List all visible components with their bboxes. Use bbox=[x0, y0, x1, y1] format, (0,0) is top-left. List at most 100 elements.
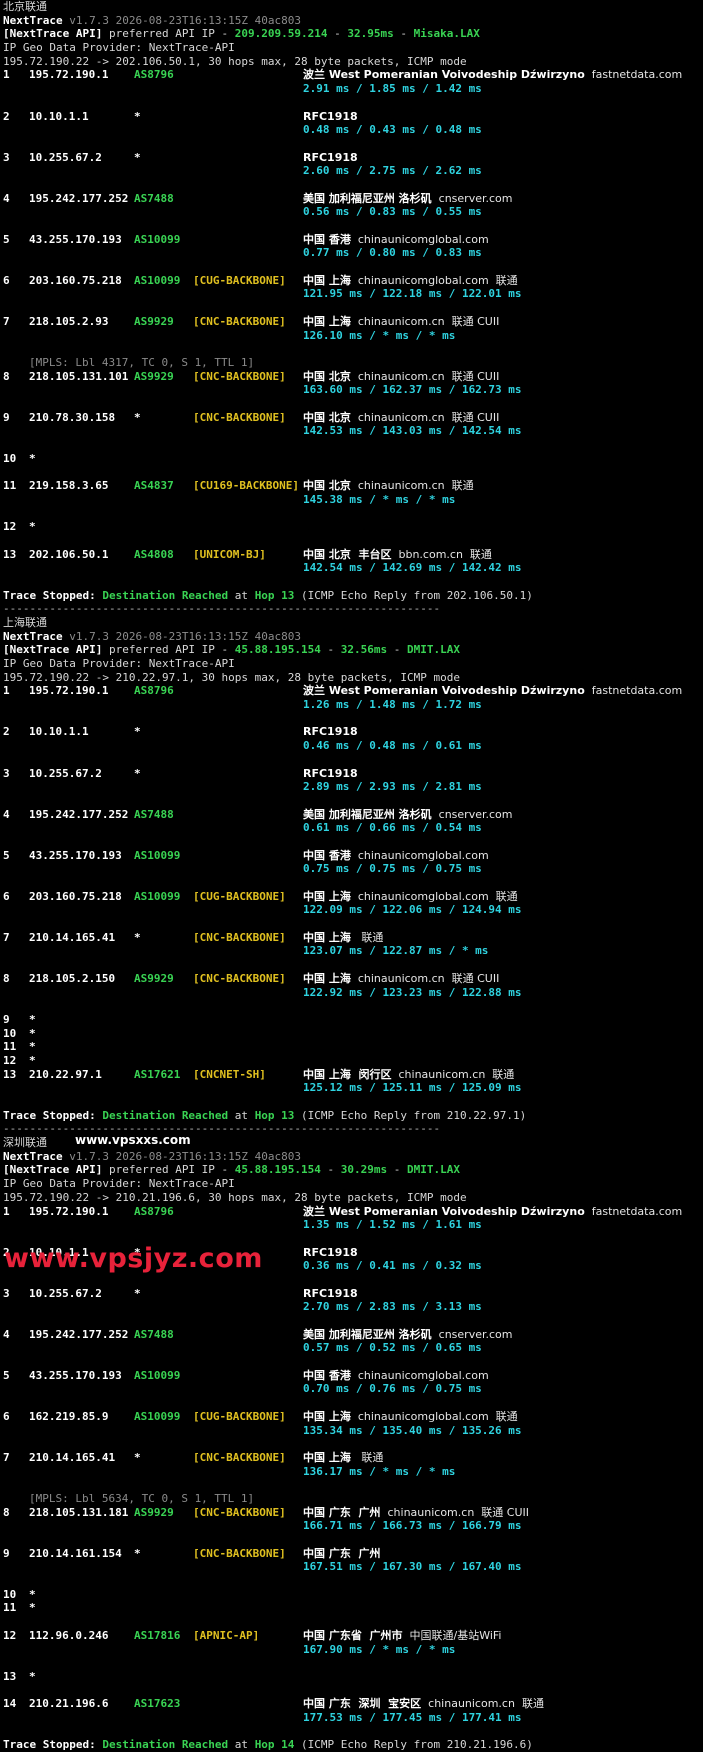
hop-number: 7 bbox=[3, 930, 10, 944]
hop-geo: 中国 香港 chinaunicomglobal.com bbox=[303, 849, 489, 863]
hop-rtt-row: 0.46 ms / 0.48 ms / 0.61 ms bbox=[3, 739, 703, 753]
hop-tag: [APNIC-AP] bbox=[193, 1628, 260, 1642]
hop-row: 5 43.255.170.193 AS10099 中国 香港 chinaunicomg… bbox=[3, 233, 703, 247]
geo-provider: IP Geo Data Provider: NextTrace-API bbox=[3, 41, 235, 55]
hop-number: 6 bbox=[3, 1409, 10, 1423]
hop-timeout: * bbox=[29, 1601, 36, 1615]
hop-ip: 210.78.30.158 bbox=[29, 410, 116, 424]
hop-host: cnserver.com bbox=[431, 191, 513, 205]
hop-asn: AS10099 bbox=[134, 1409, 181, 1423]
hop-asn: AS9929 bbox=[134, 369, 174, 383]
hop-ip: 210.14.165.41 bbox=[29, 930, 116, 944]
hop-timeout: * bbox=[29, 1053, 36, 1067]
hop-location: 波兰 West Pomeranian Voivodeship Dźwirzyno bbox=[303, 68, 585, 82]
hop-number: 6 bbox=[3, 273, 10, 287]
hop-row: 5 43.255.170.193 AS10099 中国 香港 chinaunicomg… bbox=[3, 849, 703, 863]
app-name: NextTrace bbox=[3, 629, 63, 643]
hop-timeout: * bbox=[29, 1587, 36, 1601]
geo-provider-line: IP Geo Data Provider: NextTrace-API bbox=[3, 1177, 703, 1191]
hop-rtt: 0.56 ms / 0.83 ms / 0.55 ms bbox=[303, 205, 482, 219]
at-label: at bbox=[228, 588, 255, 602]
api-rtt: 32.95ms bbox=[347, 27, 394, 41]
api-line: [NextTrace API] preferred API IP - 45.88… bbox=[3, 643, 703, 657]
hop-row: 7 210.14.165.41 * [CNC-BACKBONE] 中国 上海 联通 bbox=[3, 1451, 703, 1465]
hop-asn: AS8796 bbox=[134, 68, 174, 82]
stop-tail: (ICMP Echo Reply from 210.22.97.1) bbox=[294, 1108, 527, 1122]
api-label: [NextTrace API] bbox=[3, 1163, 103, 1177]
separator: ----------------------------------------… bbox=[3, 602, 703, 616]
hop-number: 14 bbox=[3, 1697, 17, 1711]
hop-number: 12 bbox=[3, 1053, 17, 1067]
mpls-line: [MPLS: Lbl 4317, TC 0, S 1, TTL 1] bbox=[3, 356, 703, 370]
hop-geo: 中国 香港 chinaunicomglobal.com bbox=[303, 1369, 489, 1383]
hop-tag: [CUG-BACKBONE] bbox=[193, 889, 286, 903]
hop-rtt-row: 2.91 ms / 1.85 ms / 1.42 ms bbox=[3, 82, 703, 96]
hop-number: 3 bbox=[3, 766, 10, 780]
hop-rtt-row: 2.89 ms / 2.93 ms / 2.81 ms bbox=[3, 780, 703, 794]
hop-geo: 波兰 West Pomeranian Voivodeship Dźwirzyno… bbox=[303, 684, 682, 698]
hop-number: 10 bbox=[3, 1587, 17, 1601]
hop-row: 3 10.255.67.2 * RFC1918 bbox=[3, 151, 703, 165]
hop-rtt-row: 0.48 ms / 0.43 ms / 0.48 ms bbox=[3, 123, 703, 137]
hop-row: 7 210.14.165.41 * [CNC-BACKBONE] 中国 上海 联通 bbox=[3, 931, 703, 945]
hop-location: 中国 上海 bbox=[303, 971, 351, 985]
hop-number: 3 bbox=[3, 150, 10, 164]
hop-number: 12 bbox=[3, 1628, 17, 1642]
hop-rtt-row: 0.61 ms / 0.66 ms / 0.54 ms bbox=[3, 821, 703, 835]
hop-rtt: 121.95 ms / 122.18 ms / 122.01 ms bbox=[303, 287, 522, 301]
hop-rtt: 0.57 ms / 0.52 ms / 0.65 ms bbox=[303, 1341, 482, 1355]
geo-provider: IP Geo Data Provider: NextTrace-API bbox=[3, 1177, 235, 1191]
hop-asn: AS4808 bbox=[134, 547, 174, 561]
hop-geo: 中国 上海 chinaunicom.cn 联通 CUII bbox=[303, 972, 499, 986]
hop-location: 中国 上海 bbox=[303, 930, 351, 944]
route: 195.72.190.22 -> 210.22.97.1, 30 hops ma… bbox=[3, 670, 460, 684]
dash: - bbox=[387, 1163, 407, 1177]
hop-number: 5 bbox=[3, 848, 10, 862]
hop-rtt-row: 122.09 ms / 122.06 ms / 124.94 ms bbox=[3, 903, 703, 917]
hop-number: 9 bbox=[3, 410, 10, 424]
hop-asn: * bbox=[134, 150, 141, 164]
hop-rtt: 166.71 ms / 166.73 ms / 166.79 ms bbox=[303, 1519, 522, 1533]
separator-text: ----------------------------------------… bbox=[3, 602, 441, 616]
dash: - bbox=[393, 27, 414, 41]
hop-asn: * bbox=[134, 1546, 141, 1560]
dash: - bbox=[387, 643, 407, 657]
hop-row: 11 * bbox=[3, 1601, 703, 1615]
hop-number: 1 bbox=[3, 1204, 10, 1218]
stopped-label: Trace Stopped: bbox=[3, 588, 96, 602]
hop-ip: 10.255.67.2 bbox=[29, 1286, 102, 1300]
hop-location: 中国 北京 bbox=[303, 369, 351, 383]
trace-title-line: 上海联通 bbox=[3, 616, 703, 630]
hop-number: 8 bbox=[3, 1505, 10, 1519]
hop-number: 9 bbox=[3, 1012, 10, 1026]
hop-host: fastnetdata.com bbox=[584, 684, 683, 698]
route-line: 195.72.190.22 -> 210.21.196.6, 30 hops m… bbox=[3, 1191, 703, 1205]
hop-location: RFC1918 bbox=[303, 1286, 358, 1300]
hop-geo: RFC1918 bbox=[303, 767, 358, 781]
hop-ip: 10.10.1.1 bbox=[29, 725, 89, 739]
hop-rtt-row: 163.60 ms / 162.37 ms / 162.73 ms bbox=[3, 383, 703, 397]
trace-section: 深圳联通 www.vpsxxs.com NextTrace v1.7.3 2026-… bbox=[3, 1133, 703, 1752]
terminal-output: 北京联通 NextTrace v1.7.3 2026-08-23T16:13:15… bbox=[3, 0, 703, 1752]
hop-host: chinaunicomglobal.com 联通 bbox=[350, 1409, 518, 1423]
geo-provider-line: IP Geo Data Provider: NextTrace-API bbox=[3, 41, 703, 55]
dash: - bbox=[327, 27, 348, 41]
hop-geo: 中国 广东 广州 bbox=[303, 1547, 381, 1561]
hop-host: fastnetdata.com bbox=[584, 68, 683, 82]
hop-tag: [CNC-BACKBONE] bbox=[193, 1546, 286, 1560]
hop-rtt-row: 177.53 ms / 177.45 ms / 177.41 ms bbox=[3, 1711, 703, 1725]
hop-asn: AS10099 bbox=[134, 848, 181, 862]
hop-number: 10 bbox=[3, 1026, 17, 1040]
hop-location: RFC1918 bbox=[303, 150, 358, 164]
hop-rtt: 0.70 ms / 0.76 ms / 0.75 ms bbox=[303, 1382, 482, 1396]
hop-location: 中国 上海 bbox=[303, 314, 351, 328]
hop-location: 中国 广东 广州 bbox=[303, 1505, 381, 1519]
hop-ip: 195.72.190.1 bbox=[29, 68, 109, 82]
app-name: NextTrace bbox=[3, 1149, 63, 1163]
